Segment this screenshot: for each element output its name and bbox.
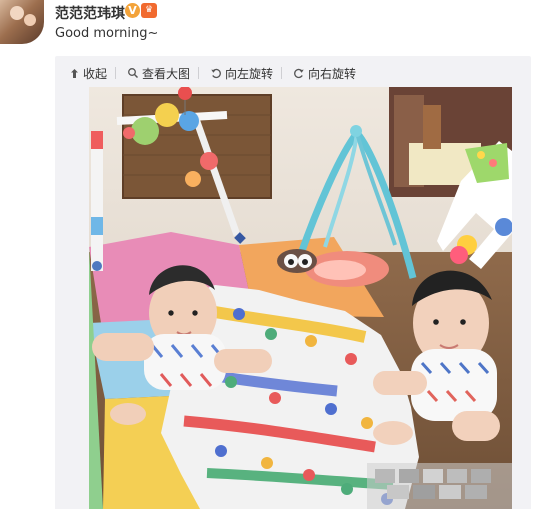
verified-badge-icon: V bbox=[125, 3, 140, 18]
post-text: Good morning~ bbox=[55, 26, 159, 41]
view-large-image-button[interactable]: 查看大图 bbox=[107, 65, 190, 82]
rotate-right-button[interactable]: 向右旋转 bbox=[273, 65, 356, 82]
search-icon bbox=[127, 67, 139, 79]
collapse-button[interactable]: 收起 bbox=[68, 65, 107, 82]
username-link[interactable]: 范范范玮琪 bbox=[55, 3, 125, 23]
rotate-right-icon bbox=[293, 67, 305, 79]
view-large-image-label: 查看大图 bbox=[142, 66, 191, 81]
collapse-icon bbox=[68, 67, 80, 79]
avatar[interactable] bbox=[0, 0, 44, 44]
post-photo[interactable] bbox=[89, 87, 512, 509]
vip-badge-icon: ♛ bbox=[141, 3, 157, 18]
rotate-left-icon bbox=[210, 67, 222, 79]
image-toolbar: 收起 查看大图 向左旋转 向右旋转 bbox=[68, 64, 356, 82]
rotate-left-button[interactable]: 向左旋转 bbox=[190, 65, 273, 82]
weibo-post: 范范范玮琪 V ♛ Good morning~ 收起 查看大图 向左旋转 向右旋… bbox=[0, 0, 542, 509]
rotate-left-label: 向左旋转 bbox=[225, 66, 274, 81]
rotate-right-label: 向右旋转 bbox=[308, 66, 357, 81]
collapse-label: 收起 bbox=[83, 66, 108, 81]
